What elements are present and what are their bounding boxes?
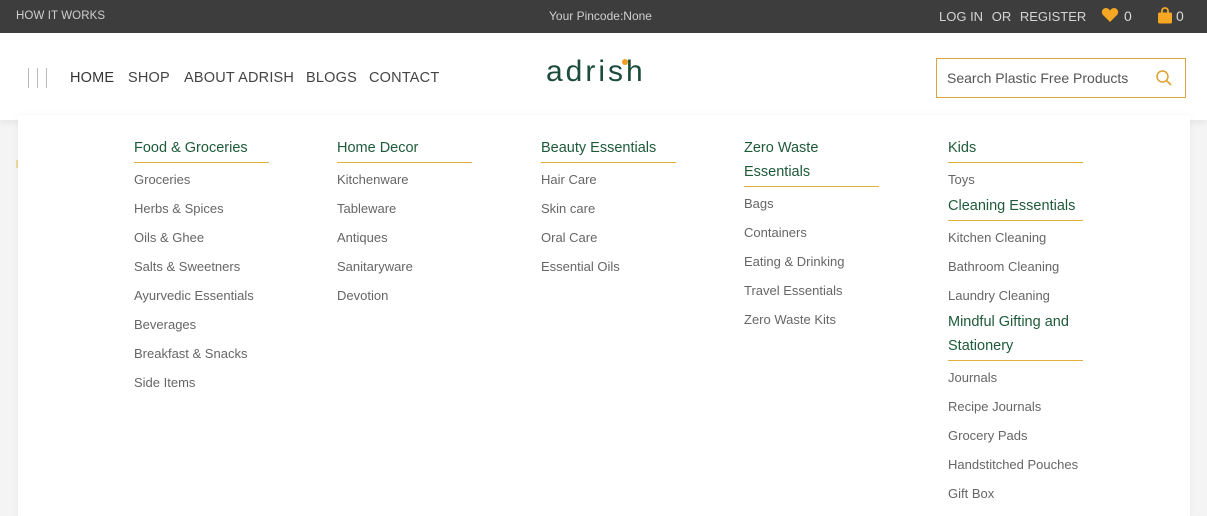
menu-item[interactable]: Beverages — [134, 310, 294, 339]
menu-heading-home-decor[interactable]: Home Decor — [337, 136, 497, 163]
menu-item[interactable]: Grocery Pads — [948, 421, 1108, 450]
menu-item[interactable]: Kitchen Cleaning — [948, 223, 1108, 252]
menu-item[interactable]: Hair Care — [541, 165, 701, 194]
menu-item[interactable]: Oral Care — [541, 223, 701, 252]
menu-item[interactable]: Journals — [948, 363, 1108, 392]
menu-item[interactable]: Bags — [744, 189, 904, 218]
menu-item[interactable]: Eating & Drinking — [744, 247, 904, 276]
menu-item[interactable]: Sanitaryware — [337, 252, 497, 281]
mega-menu: Food & Groceries Groceries Herbs & Spice… — [18, 115, 1190, 516]
or-text: OR — [991, 9, 1012, 24]
heading-line: Stationery — [948, 338, 1014, 354]
nav-contact[interactable]: CONTACT — [369, 70, 439, 86]
menu-item[interactable]: Recipe Journals — [948, 392, 1108, 421]
nav-shop[interactable]: SHOP — [128, 70, 170, 86]
menu-item[interactable]: Toys — [948, 165, 1108, 194]
menu-heading-food[interactable]: Food & Groceries — [134, 136, 294, 163]
menu-column-food: Food & Groceries Groceries Herbs & Spice… — [134, 136, 294, 397]
login-link[interactable]: LOG IN — [939, 9, 983, 24]
menu-item[interactable]: Oils & Ghee — [134, 223, 294, 252]
menu-heading-kids[interactable]: Kids — [948, 136, 1108, 163]
menu-item[interactable]: Breakfast & Snacks — [134, 339, 294, 368]
search-input[interactable] — [947, 67, 1147, 89]
heading-line: Zero Waste — [744, 140, 819, 156]
menu-heading-cleaning[interactable]: Cleaning Essentials — [948, 194, 1108, 221]
menu-heading-gifting[interactable]: Mindful Gifting and Stationery — [948, 310, 1108, 361]
nav-about[interactable]: ABOUT ADRISH — [184, 70, 294, 86]
main-header: HOME SHOP ABOUT ADRISH BLOGS CONTACT adr… — [0, 33, 1207, 120]
cart-count: 0 — [1176, 8, 1184, 24]
menu-item[interactable]: Kitchenware — [337, 165, 497, 194]
pincode-display[interactable]: Your Pincode:None — [549, 9, 652, 23]
menu-item[interactable]: Herbs & Spices — [134, 194, 294, 223]
menu-item[interactable]: Laundry Cleaning — [948, 281, 1108, 310]
menu-column-home-decor: Home Decor Kitchenware Tableware Antique… — [337, 136, 497, 310]
menu-item[interactable]: Salts & Sweetners — [134, 252, 294, 281]
site-logo[interactable]: adrish — [546, 55, 646, 89]
menu-item[interactable]: Containers — [744, 218, 904, 247]
menu-item[interactable]: Essential Oils — [541, 252, 701, 281]
search-icon[interactable] — [1155, 69, 1173, 87]
menu-column-beauty: Beauty Essentials Hair Care Skin care Or… — [541, 136, 701, 281]
nav-blogs[interactable]: BLOGS — [306, 70, 357, 86]
menu-toggle-icon[interactable] — [26, 68, 48, 88]
menu-heading-beauty[interactable]: Beauty Essentials — [541, 136, 701, 163]
menu-column-kids-cleaning-gifting: Kids Toys Cleaning Essentials Kitchen Cl… — [948, 136, 1108, 508]
auth-links: LOG IN OR REGISTER — [939, 9, 1091, 24]
shopping-bag-icon[interactable] — [1157, 7, 1173, 27]
top-bar: HOW IT WORKS Your Pincode:None LOG IN OR… — [0, 0, 1207, 33]
nav-home[interactable]: HOME — [70, 70, 114, 86]
menu-item[interactable]: Handstitched Pouches — [948, 450, 1108, 479]
menu-item[interactable]: Travel Essentials — [744, 276, 904, 305]
menu-item[interactable]: Zero Waste Kits — [744, 305, 904, 334]
menu-item[interactable]: Groceries — [134, 165, 294, 194]
how-it-works-link[interactable]: HOW IT WORKS — [16, 10, 105, 22]
heading-line: Essentials — [744, 164, 811, 180]
logo-dot — [622, 59, 628, 65]
wishlist-count: 0 — [1124, 8, 1132, 24]
search-box — [936, 58, 1186, 98]
menu-heading-zero-waste[interactable]: Zero Waste Essentials — [744, 136, 904, 187]
menu-item[interactable]: Skin care — [541, 194, 701, 223]
menu-item[interactable]: Side Items — [134, 368, 294, 397]
menu-item[interactable]: Ayurvedic Essentials — [134, 281, 294, 310]
menu-item[interactable]: Devotion — [337, 281, 497, 310]
menu-item[interactable]: Gift Box — [948, 479, 1108, 508]
menu-item[interactable]: Bathroom Cleaning — [948, 252, 1108, 281]
menu-column-zero-waste: Zero Waste Essentials Bags Containers Ea… — [744, 136, 904, 334]
logo-text: adrish — [546, 55, 646, 88]
heading-line: Mindful Gifting and — [948, 314, 1069, 330]
heart-icon[interactable] — [1101, 7, 1119, 27]
register-link[interactable]: REGISTER — [1020, 9, 1086, 24]
menu-item[interactable]: Tableware — [337, 194, 497, 223]
menu-item[interactable]: Antiques — [337, 223, 497, 252]
